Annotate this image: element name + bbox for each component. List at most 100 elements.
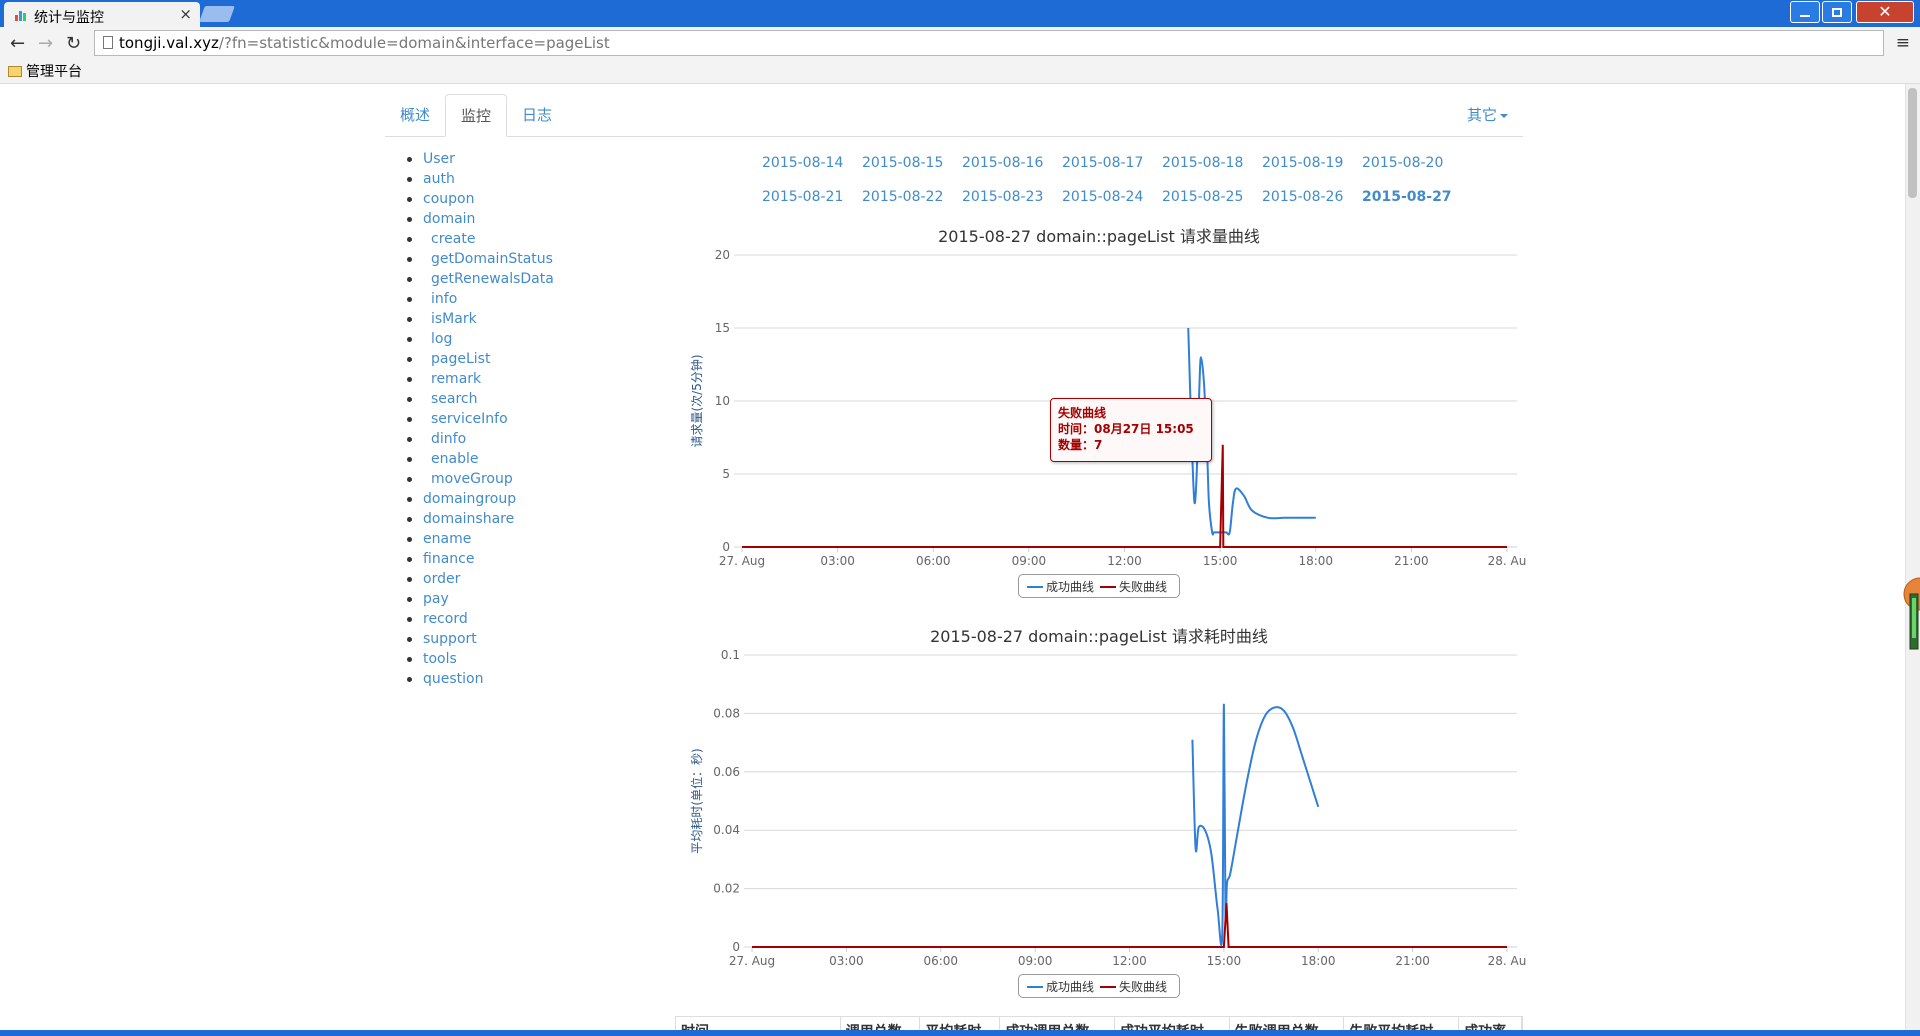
bookmark-folder[interactable]: 管理平台: [8, 61, 82, 81]
y-tick-label: 0.08: [713, 706, 740, 720]
sidebar-item-getrenewalsdata[interactable]: getRenewalsData: [404, 269, 554, 289]
date-link-2015-08-17[interactable]: 2015-08-17: [1062, 155, 1143, 171]
minimize-icon: [1800, 15, 1810, 17]
x-tick-label: 18:00: [1301, 954, 1336, 968]
chart-title-latency: 2015-08-27 domain::pageList 请求耗时曲线: [930, 627, 1268, 646]
browser-toolbar: ← → ↻ tongji.val.xyz/?fn=statistic&modul…: [0, 27, 1920, 84]
tab-title: 统计与监控: [34, 10, 104, 26]
sidebar-item-tools[interactable]: tools: [404, 649, 554, 669]
date-link-2015-08-25[interactable]: 2015-08-25: [1162, 189, 1243, 205]
minimize-button[interactable]: [1790, 1, 1820, 23]
sidebar-item-domainshare[interactable]: domainshare: [404, 509, 554, 529]
legend-label: 失败曲线: [1119, 579, 1168, 594]
legend-item-failure[interactable]: 失败曲线: [1100, 578, 1167, 595]
tab-close-icon[interactable]: ×: [179, 5, 192, 23]
y-tick-label: 0.06: [713, 765, 740, 779]
tooltip-count: 数量：7: [1058, 438, 1103, 452]
date-link-2015-08-24[interactable]: 2015-08-24: [1062, 189, 1143, 205]
sidebar-item-user[interactable]: User: [404, 149, 554, 169]
tab-other-dropdown[interactable]: 其它: [1452, 94, 1523, 136]
sidebar-item-info[interactable]: info: [404, 289, 554, 309]
sidebar-item-dinfo[interactable]: dinfo: [404, 429, 554, 449]
address-bar[interactable]: tongji.val.xyz/?fn=statistic&module=doma…: [94, 30, 1884, 56]
date-link-2015-08-21[interactable]: 2015-08-21: [762, 189, 843, 205]
x-tick-label: 12:00: [1112, 954, 1147, 968]
sidebar-item-pay[interactable]: pay: [404, 589, 554, 609]
sidebar-item-remark[interactable]: remark: [404, 369, 554, 389]
sidebar-item-finance[interactable]: finance: [404, 549, 554, 569]
chart-favicon-icon: [15, 11, 26, 21]
sidebar-item-search[interactable]: search: [404, 389, 554, 409]
x-tick-label: 12:00: [1107, 554, 1142, 568]
date-link-2015-08-15[interactable]: 2015-08-15: [862, 155, 943, 171]
back-button[interactable]: ←: [10, 33, 25, 54]
tab-label: 概述: [400, 106, 431, 124]
series-line-success[interactable]: [1191, 703, 1320, 946]
tab-logs[interactable]: 日志: [507, 94, 567, 136]
caret-down-icon: [1500, 113, 1508, 118]
legend-requests: 成功曲线 失败曲线: [1018, 574, 1180, 598]
legend-item-success[interactable]: 成功曲线: [1027, 578, 1094, 595]
sidebar-item-log[interactable]: log: [404, 329, 554, 349]
tab-monitor[interactable]: 监控: [445, 94, 508, 137]
y-tick-label: 0.1: [721, 648, 740, 662]
date-link-2015-08-19[interactable]: 2015-08-19: [1262, 155, 1343, 171]
date-link-2015-08-18[interactable]: 2015-08-18: [1162, 155, 1243, 171]
sidebar-item-serviceinfo[interactable]: serviceInfo: [404, 409, 554, 429]
sidebar-item-getdomainstatus[interactable]: getDomainStatus: [404, 249, 554, 269]
url-host: tongji.val.xyz: [119, 34, 219, 52]
browser-menu-icon[interactable]: ≡: [1896, 33, 1910, 53]
tab-overview[interactable]: 概述: [385, 94, 445, 136]
sidebar-item-auth[interactable]: auth: [404, 169, 554, 189]
module-sidebar: User auth coupon domain create getDomainStatu…: [404, 149, 554, 689]
sidebar-item-ismark[interactable]: isMark: [404, 309, 554, 329]
legend-latency: 成功曲线 失败曲线: [1018, 974, 1180, 998]
date-link-2015-08-20[interactable]: 2015-08-20: [1362, 155, 1443, 171]
sidebar-item-movegroup[interactable]: moveGroup: [404, 469, 554, 489]
legend-label: 成功曲线: [1046, 979, 1095, 994]
tab-label: 监控: [461, 107, 492, 125]
x-tick-label: 28. Au: [1488, 554, 1527, 568]
page-scrollbar[interactable]: [1905, 84, 1920, 1030]
series-line-failure[interactable]: [752, 903, 1507, 948]
date-link-2015-08-14[interactable]: 2015-08-14: [762, 155, 843, 171]
x-tick-label: 09:00: [1012, 554, 1047, 568]
sidebar-item-pagelist[interactable]: pageList: [404, 349, 554, 369]
side-widget-icon[interactable]: [1898, 576, 1920, 656]
maximize-button[interactable]: [1822, 1, 1852, 23]
legend-item-success[interactable]: 成功曲线: [1027, 978, 1094, 995]
close-window-button[interactable]: ✕: [1856, 1, 1914, 23]
legend-label: 成功曲线: [1046, 579, 1095, 594]
forward-button[interactable]: →: [38, 33, 53, 54]
sidebar-item-record[interactable]: record: [404, 609, 554, 629]
x-tick-label: 06:00: [916, 554, 951, 568]
x-tick-label: 09:00: [1018, 954, 1053, 968]
date-link-2015-08-23[interactable]: 2015-08-23: [962, 189, 1043, 205]
browser-tab[interactable]: 统计与监控 ×: [4, 2, 200, 27]
sidebar-item-enable[interactable]: enable: [404, 449, 554, 469]
x-tick-label: 03:00: [829, 954, 864, 968]
x-tick-label: 27. Aug: [719, 554, 765, 568]
sidebar-item-create[interactable]: create: [404, 229, 554, 249]
scrollbar-thumb[interactable]: [1908, 88, 1917, 198]
tab-label: 其它: [1466, 106, 1497, 124]
legend-item-failure[interactable]: 失败曲线: [1100, 978, 1167, 995]
new-tab-button[interactable]: [199, 6, 235, 22]
x-tick-label: 18:00: [1298, 554, 1333, 568]
date-link-2015-08-22[interactable]: 2015-08-22: [862, 189, 943, 205]
date-link-2015-08-26[interactable]: 2015-08-26: [1262, 189, 1343, 205]
sidebar-item-ename[interactable]: ename: [404, 529, 554, 549]
sidebar-item-domain[interactable]: domain: [404, 209, 554, 229]
reload-button[interactable]: ↻: [66, 33, 81, 54]
sidebar-item-domaingroup[interactable]: domaingroup: [404, 489, 554, 509]
y-tick-label: 10: [715, 394, 730, 408]
sidebar-item-support[interactable]: support: [404, 629, 554, 649]
sidebar-item-question[interactable]: question: [404, 669, 554, 689]
date-link-2015-08-16[interactable]: 2015-08-16: [962, 155, 1043, 171]
x-tick-label: 15:00: [1203, 554, 1238, 568]
date-link-2015-08-27[interactable]: 2015-08-27: [1362, 189, 1452, 205]
sidebar-item-order[interactable]: order: [404, 569, 554, 589]
y-tick-label: 0.04: [713, 823, 740, 837]
y-axis-label: 请求量(次/5分钟): [689, 354, 704, 447]
sidebar-item-coupon[interactable]: coupon: [404, 189, 554, 209]
